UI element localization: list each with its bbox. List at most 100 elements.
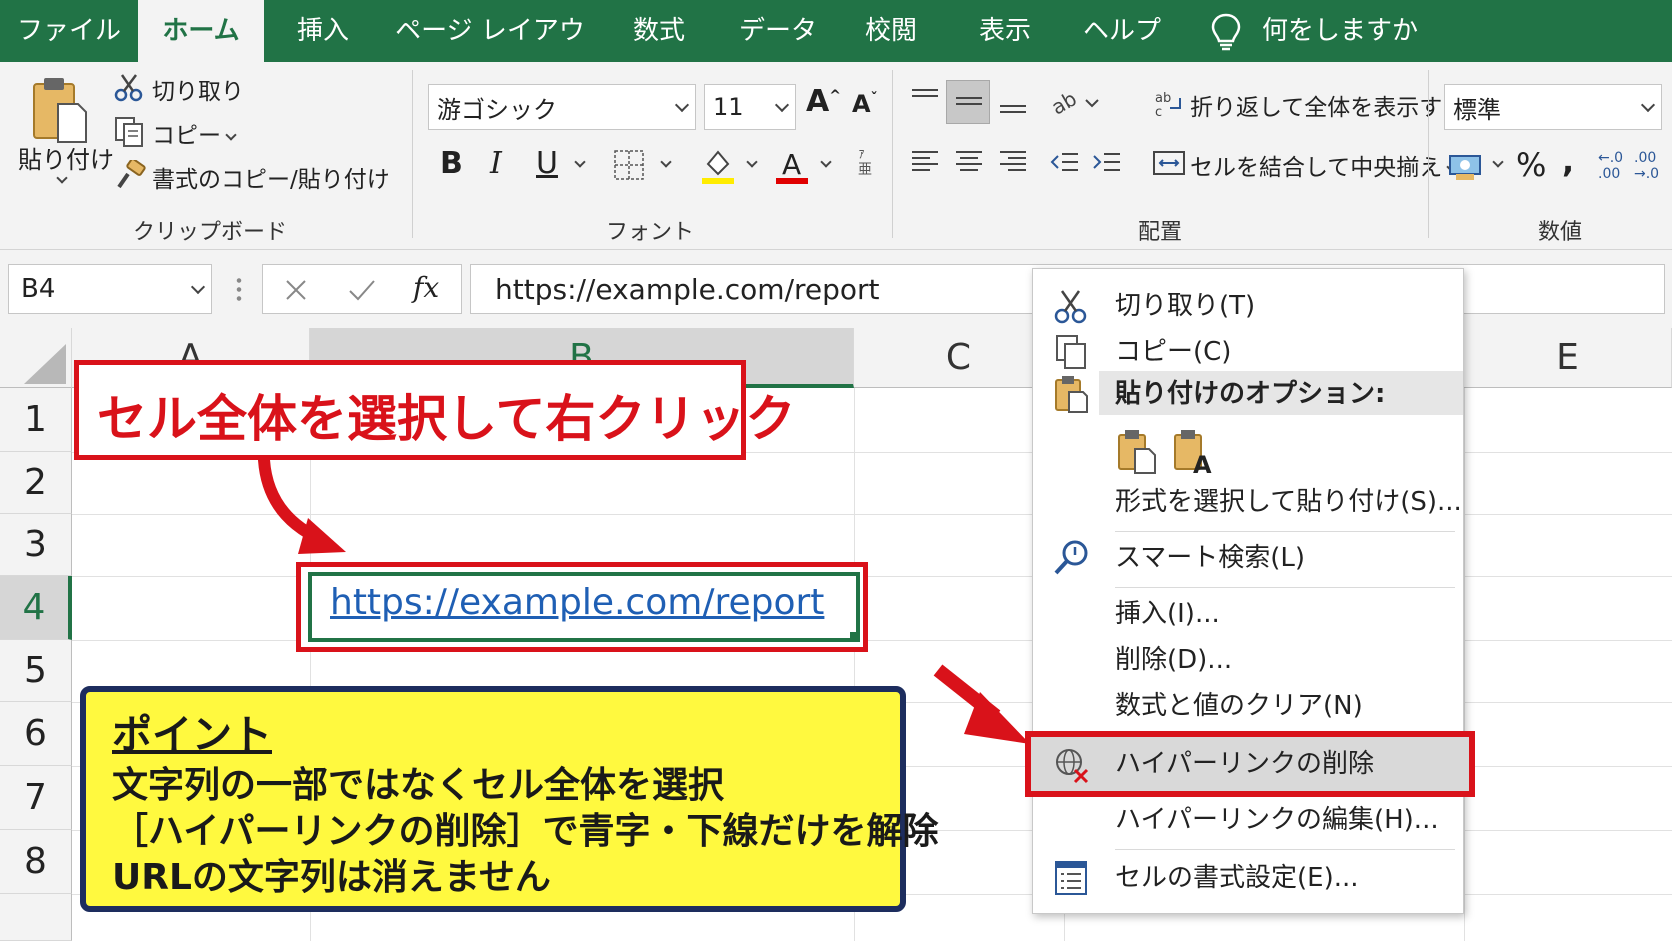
menu-item-smart-lookup[interactable]: スマート検索(L) [1033,535,1463,581]
copy-dropdown-icon[interactable] [225,129,237,141]
menu-item-copy-label: コピー(C) [1115,337,1232,367]
number-format-select[interactable]: 標準 [1444,84,1662,130]
paste-icon [1055,376,1088,413]
tab-data[interactable]: データ [728,0,828,62]
menu-item-remove-hyperlink[interactable]: ハイパーリンクの削除 [1033,741,1463,787]
tab-insert[interactable]: 挿入 [278,0,368,62]
align-center-icon[interactable] [952,146,986,180]
row-header-7[interactable]: 7 [0,766,72,830]
align-top-icon[interactable] [908,86,942,116]
select-all-button[interactable] [0,328,72,388]
enter-check-icon[interactable] [347,277,377,303]
cell-b4-hyperlink[interactable]: https://example.com/report [330,582,824,623]
font-color-icon[interactable]: A [774,146,810,186]
menu-item-cut[interactable]: 切り取り(T) [1033,283,1463,329]
merge-center-icon [1153,151,1185,175]
currency-dropdown-icon[interactable] [1492,156,1504,168]
tab-file[interactable]: ファイル [14,0,124,62]
menu-item-copy[interactable]: コピー(C) [1033,329,1463,375]
align-middle-icon [956,97,982,105]
borders-icon[interactable] [612,148,646,182]
menu-item-edit-hyperlink-label: ハイパーリンクの編集(H)... [1115,805,1439,835]
menu-item-insert-label: 挿入(I)... [1115,599,1220,629]
tab-page-layout[interactable]: ページ レイアウト [392,0,588,108]
font-color-dropdown-icon[interactable] [820,156,832,168]
tab-review[interactable]: 校閲 [846,0,936,62]
row-header-6[interactable]: 6 [0,702,72,766]
tab-home[interactable]: ホーム [138,0,264,62]
menu-item-paste-special[interactable]: 形式を選択して貼り付け(S)... [1033,479,1463,525]
menu-item-format-cells[interactable]: セルの書式設定(E)... [1033,855,1463,901]
copy-button[interactable]: コピー [152,116,239,150]
svg-text:A: A [782,148,801,181]
copy-label: コピー [152,123,221,149]
group-divider [892,70,893,238]
point-line-2: ［ハイパーリンクの削除］で青字・下線だけを解除 [112,811,939,852]
menu-item-edit-hyperlink[interactable]: ハイパーリンクの編集(H)... [1033,797,1463,843]
instruction-callout: セル全体を選択して右クリック [74,360,796,460]
name-box[interactable]: B4 [8,264,212,314]
insert-function-button[interactable]: fx [413,271,439,304]
merge-center-button[interactable]: セルを結合して中央揃え [1190,148,1460,182]
format-painter-button[interactable]: 書式のコピー/貼り付け [152,160,390,194]
align-right-icon[interactable] [996,146,1030,180]
paste-icon[interactable] [30,74,90,146]
row-header-2[interactable]: 2 [0,452,72,514]
italic-button[interactable]: I [490,146,502,181]
tell-me-search[interactable]: 何をしますか [1262,0,1418,62]
group-divider [412,70,413,238]
row-header-9[interactable] [0,894,72,941]
align-bottom-icon[interactable] [996,88,1030,118]
group-divider [1428,70,1429,238]
tab-help[interactable]: ヘルプ [1072,0,1172,62]
tab-formulas[interactable]: 数式 [614,0,704,62]
row-header-8[interactable]: 8 [0,830,72,894]
cancel-icon[interactable] [283,277,309,303]
borders-dropdown-icon[interactable] [660,156,672,168]
wrap-text-button[interactable]: 折り返して全体を表示する [1190,88,1465,122]
paste-option-default-icon[interactable] [1115,427,1159,475]
fill-color-dropdown-icon[interactable] [746,156,758,168]
cut-button[interactable]: 切り取り [152,72,244,106]
fill-handle[interactable] [850,632,860,642]
fill-color-icon[interactable] [700,146,736,186]
format-painter-icon [117,160,146,189]
svg-text:ab: ab [1155,91,1171,106]
underline-dropdown-icon[interactable] [574,156,586,168]
paste-option-text-only-icon[interactable]: A [1171,427,1215,475]
formula-buttons: fx [262,264,462,314]
align-left-icon[interactable] [908,146,942,180]
row-header-4[interactable]: 4 [0,576,72,640]
menu-item-remove-hyperlink-label: ハイパーリンクの削除 [1115,749,1374,779]
row-header-1[interactable]: 1 [0,388,72,452]
phonetic-guide-button[interactable]: ｧ亜 [858,146,872,178]
row-header-3[interactable]: 3 [0,514,72,576]
increase-font-size-button[interactable]: A^ [806,84,841,119]
decrease-indent-icon[interactable] [1048,146,1082,180]
increase-decimal-button[interactable]: ←.0.00 [1598,150,1623,182]
orientation-icon[interactable]: ab [1050,86,1100,120]
name-box-value: B4 [21,274,56,304]
paste-button[interactable]: 貼り付け [18,140,114,175]
more-options-icon[interactable] [236,276,242,302]
font-size-select[interactable]: 11 [704,84,796,130]
font-name-select[interactable]: 游ゴシック [428,84,696,130]
row-header-5[interactable]: 5 [0,640,72,702]
font-group-label: フォント [605,220,694,245]
decrease-font-size-button[interactable]: Aˇ [852,90,878,118]
column-header-e[interactable]: E [1464,328,1672,388]
chevron-down-icon [674,97,690,113]
tab-view[interactable]: 表示 [960,0,1050,62]
menu-item-delete[interactable]: 削除(D)... [1033,637,1463,683]
underline-button[interactable]: U [536,146,558,181]
menu-item-insert[interactable]: 挿入(I)... [1033,591,1463,637]
increase-indent-icon[interactable] [1090,146,1124,180]
bold-button[interactable]: B [440,146,463,181]
decrease-decimal-button[interactable]: .00 →.0 [1634,150,1659,182]
percent-button[interactable]: % [1516,146,1546,184]
menu-bar: ファイル ホーム 挿入 ページ レイアウト 数式 データ 校閲 表示 ヘルプ 何… [0,0,1672,108]
menu-item-clear-contents[interactable]: 数式と値のクリア(N) [1033,683,1463,729]
comma-button[interactable]: , [1562,142,1574,180]
point-line-1: 文字列の一部ではなくセル全体を選択 [112,765,725,806]
currency-format-icon[interactable] [1446,150,1486,184]
